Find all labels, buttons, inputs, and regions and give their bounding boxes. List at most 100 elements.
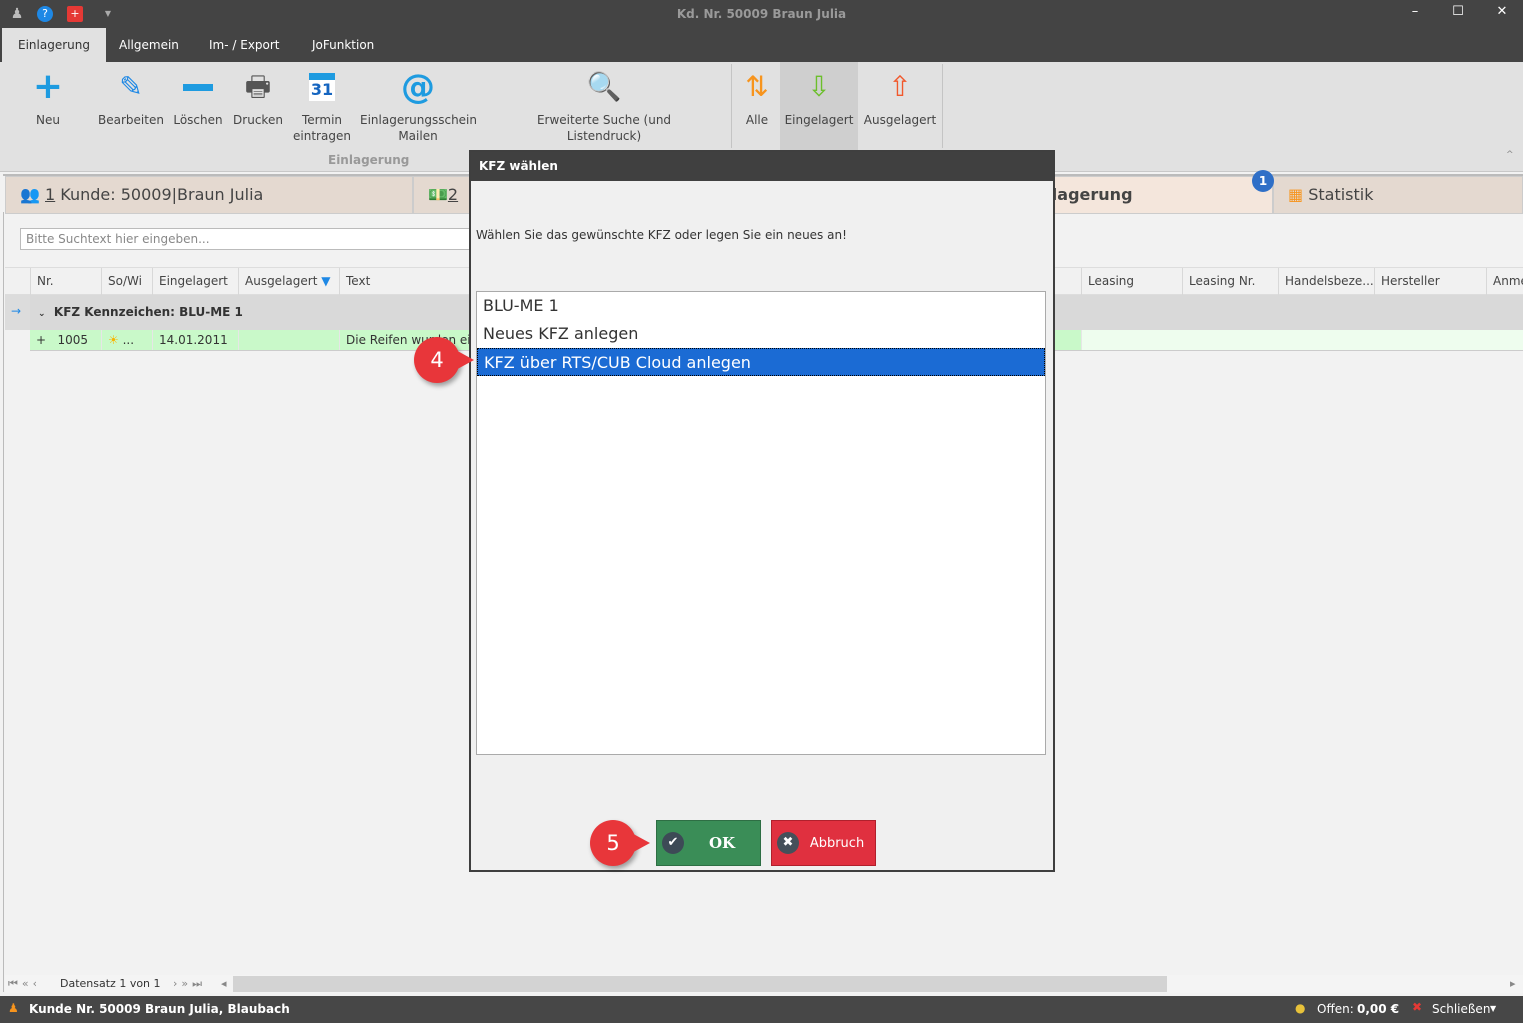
column-nr[interactable]: Nr. <box>30 268 101 295</box>
filter-icon[interactable]: ▼ <box>321 274 330 288</box>
group-label: KFZ Kennzeichen: BLU-ME 1 <box>53 305 243 319</box>
cell-ausgelagert <box>238 330 339 350</box>
divider <box>3 212 4 992</box>
scroll-right-icon[interactable]: ▸ <box>1510 977 1516 990</box>
chest-in-icon: ⇩ <box>807 70 831 103</box>
label: Neu <box>36 113 60 127</box>
chest-in-out-icon: ⇅ <box>745 70 769 103</box>
nav-next-last-icons[interactable]: ›»⏭ <box>173 977 206 991</box>
tab-allgemein[interactable]: Allgemein <box>103 28 195 62</box>
tab-label: Statistik <box>1308 185 1374 204</box>
customer-icon: 👥 <box>20 185 40 204</box>
title-bar: ♟ ? + ▼ Kd. Nr. 50009 Braun Julia – ☐ ✕ <box>0 0 1523 28</box>
chest-out-icon: ⇧ <box>888 70 912 103</box>
edit-button[interactable]: ✎ Bearbeiten <box>98 62 164 150</box>
money-icon: ● <box>1295 1001 1306 1015</box>
tab-number: 2 <box>447 185 459 204</box>
collapse-ribbon-icon[interactable]: ^ <box>1506 150 1514 160</box>
divider <box>942 64 943 148</box>
label: Abbruch <box>809 835 865 851</box>
calendar-icon: 31 <box>292 62 352 112</box>
chart-icon: ▦ <box>1288 185 1304 204</box>
maximize-button[interactable]: ☐ <box>1443 4 1473 24</box>
close-button[interactable]: ✕ <box>1487 4 1517 24</box>
status-bar: ♟ Kunde Nr. 50009 Braun Julia, Blaubach … <box>0 996 1523 1023</box>
label: Eingelagert <box>784 113 854 127</box>
label: Bearbeiten <box>98 113 164 127</box>
print-button[interactable]: 🖶 Drucken <box>232 62 284 150</box>
scroll-left-icon[interactable]: ◂ <box>221 977 227 990</box>
column-sowi[interactable]: So/Wi <box>101 268 152 295</box>
appointment-button[interactable]: 31 Termin eintragen <box>292 62 352 150</box>
value: 1005 <box>57 333 89 347</box>
dialog-title: KFZ wählen <box>471 152 1053 181</box>
label: Alle <box>745 113 769 127</box>
tab-jofunktion[interactable]: JoFunktion <box>296 28 390 62</box>
cell-empty <box>1081 330 1523 350</box>
kfz-select-dialog: KFZ wählen Wählen Sie das gewünschte KFZ… <box>469 150 1055 872</box>
filter-stored-button[interactable]: ⇩ Eingelagert <box>780 62 858 150</box>
search-input[interactable]: Bitte Suchtext hier eingeben... <box>20 228 490 250</box>
column-handelsbezeichnung[interactable]: Handelsbeze... <box>1278 268 1374 295</box>
offen-label: Offen: <box>1317 1002 1354 1016</box>
column-ausgelagert[interactable]: Ausgelagert ▼ <box>238 268 339 295</box>
close-x-icon: ✖ <box>1412 1000 1423 1014</box>
expand-icon[interactable]: + <box>36 333 46 347</box>
label: Ausgelagert <box>245 274 318 288</box>
label: OK <box>708 834 736 852</box>
label: Erweiterte Suche (und Listendruck) <box>536 113 672 143</box>
pencil-icon: ✎ <box>119 70 143 103</box>
magnifier-icon: 🔍 <box>586 70 622 103</box>
cell-nr: + 1005 <box>30 330 101 350</box>
cell-sowi: ☀ ... <box>101 330 152 350</box>
filter-all-button[interactable]: ⇅ Alle <box>736 62 778 150</box>
tab-statistik[interactable]: ▦ Statistik <box>1273 176 1523 214</box>
list-item[interactable]: Neues KFZ anlegen <box>477 320 1045 348</box>
tab-customer[interactable]: 👥 1 Kunde: 50009|Braun Julia <box>5 176 413 214</box>
list-item[interactable]: BLU-ME 1 <box>477 292 1045 320</box>
collapse-icon[interactable]: ⌄ <box>38 309 46 319</box>
current-row-arrow-icon: → <box>11 304 22 318</box>
callout-5: 5 <box>590 820 650 866</box>
column-leasing[interactable]: Leasing <box>1081 268 1182 295</box>
label: Drucken <box>233 113 283 127</box>
ok-button[interactable]: ✔ OK <box>656 820 761 866</box>
column-eingelagert[interactable]: Eingelagert <box>152 268 238 295</box>
ribbon-tabs: Einlagerung Allgemein Im- / Export JoFun… <box>0 28 1523 62</box>
filter-removed-button[interactable]: ⇧ Ausgelagert <box>862 62 938 150</box>
customer-icon: ♟ <box>8 1001 19 1015</box>
dropdown-icon[interactable]: ▼ <box>1490 1004 1496 1013</box>
money-icon: 💵 <box>428 185 448 204</box>
divider <box>731 64 732 148</box>
column-hersteller[interactable]: Hersteller <box>1374 268 1486 295</box>
label: Ausgelagert <box>863 113 937 127</box>
column-leasing-nr[interactable]: Leasing Nr. <box>1182 268 1278 295</box>
value: ... <box>122 333 135 347</box>
mail-slip-button[interactable]: @ Einlagerungsschein Mailen <box>360 62 477 150</box>
record-navigator: ⏮«‹ Datensatz 1 von 1 ›»⏭ ◂ ▸ <box>5 975 1523 993</box>
label: Löschen <box>173 113 223 127</box>
column-anmerkung[interactable]: Anme <box>1486 268 1523 295</box>
record-count: Datensatz 1 von 1 <box>60 977 161 990</box>
label: Termin eintragen <box>293 113 351 143</box>
minus-icon <box>172 62 224 112</box>
nav-first-prev-icons[interactable]: ⏮«‹ <box>8 977 41 991</box>
kfz-list[interactable]: BLU-ME 1 Neues KFZ anlegen KFZ über RTS/… <box>476 291 1046 755</box>
close-menu-button[interactable]: Schließen <box>1432 1002 1490 1016</box>
tab-einlagerung[interactable]: Einlagerung <box>2 28 106 62</box>
tab-im-export[interactable]: Im- / Export <box>193 28 296 62</box>
list-item-selected[interactable]: KFZ über RTS/CUB Cloud anlegen <box>477 348 1045 376</box>
cancel-button[interactable]: ✖ Abbruch <box>771 820 876 866</box>
minimize-button[interactable]: – <box>1400 4 1430 24</box>
notification-badge: 1 <box>1252 170 1274 192</box>
printer-icon: 🖶 <box>244 70 272 103</box>
new-button[interactable]: + Neu <box>28 62 68 150</box>
ribbon-group-label: Einlagerung <box>328 153 410 167</box>
horizontal-scrollbar[interactable] <box>233 976 1167 992</box>
status-customer: Kunde Nr. 50009 Braun Julia, Blaubach <box>29 1002 290 1016</box>
offen-value: 0,00 € <box>1357 1002 1400 1016</box>
at-icon: @ <box>401 67 435 107</box>
cell-eingelagert: 14.01.2011 <box>152 330 238 350</box>
delete-button[interactable]: Löschen <box>172 62 224 150</box>
advanced-search-button[interactable]: 🔍 Erweiterte Suche (und Listendruck) <box>500 62 708 150</box>
